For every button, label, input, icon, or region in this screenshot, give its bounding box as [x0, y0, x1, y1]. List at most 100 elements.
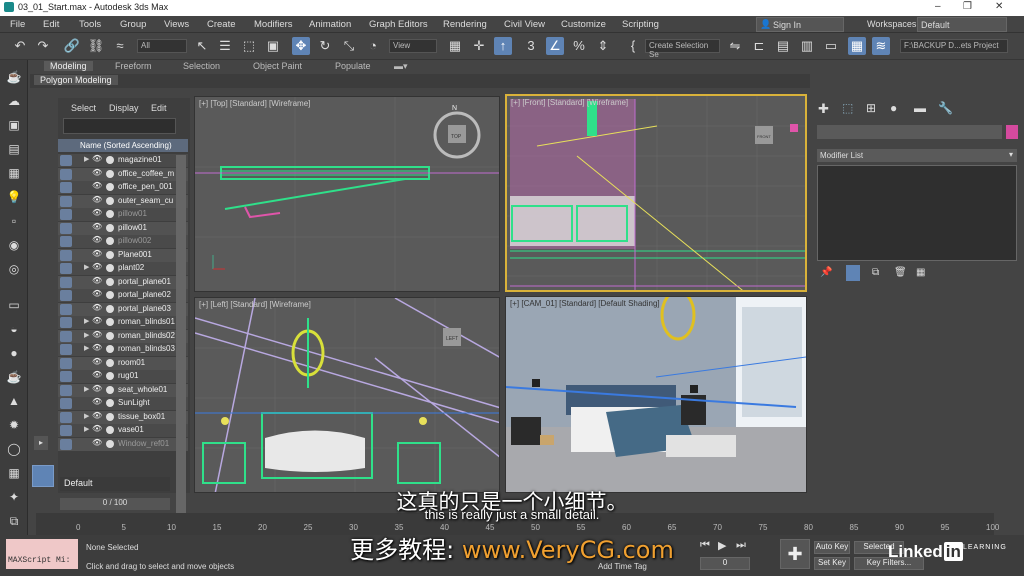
freeze-icon[interactable] [106, 250, 114, 259]
grid-icon[interactable]: ▦ [5, 464, 23, 482]
viewcube-left[interactable]: LEFT [446, 336, 458, 342]
explorer-row[interactable]: ▶ 👁 tissue_box01 [58, 410, 188, 424]
box-icon[interactable]: ▣ [5, 116, 23, 134]
freeze-icon[interactable] [106, 223, 114, 232]
object-color-swatch[interactable] [1006, 125, 1018, 139]
move-icon[interactable]: ✥ [292, 37, 310, 55]
tab-freeform[interactable]: Freeform [115, 61, 152, 71]
explorer-menu-select[interactable]: Select [71, 103, 96, 113]
explorer-row[interactable]: ▶ 👁 magazine01 [58, 154, 188, 167]
freeze-icon[interactable] [106, 385, 114, 394]
film-icon[interactable]: ◎ [5, 260, 23, 278]
angle-snap-icon[interactable]: ∠ [546, 37, 564, 55]
eye-icon[interactable]: 👁 [92, 397, 102, 406]
rotate-icon[interactable]: ↻ [316, 37, 334, 55]
make-unique-icon[interactable]: ⧉ [872, 267, 879, 278]
menu-file[interactable]: File [10, 19, 25, 30]
viewcube-front[interactable]: FRONT [757, 134, 771, 139]
explorer-row[interactable]: 👁 portal_plane03 [58, 302, 188, 316]
freeze-icon[interactable] [106, 439, 114, 448]
viewport-layout-icon[interactable] [32, 465, 54, 487]
tab-populate[interactable]: Populate [335, 61, 371, 71]
ribbon-options-icon[interactable]: ▬▾ [394, 61, 408, 72]
freeze-icon[interactable] [106, 156, 114, 164]
curve-editor-icon[interactable]: ▦ [848, 37, 866, 55]
explorer-row[interactable]: ▶ 👁 seat_whole01 [58, 383, 188, 397]
motion-tab-icon[interactable]: ● [890, 101, 897, 115]
named-selection-dropdown[interactable]: Create Selection Se [645, 39, 720, 59]
eye-icon[interactable]: 👁 [92, 370, 102, 379]
configure-sets-icon[interactable]: ▦ [916, 267, 925, 278]
tab-modeling[interactable]: Modeling [44, 61, 93, 71]
menu-group[interactable]: Group [120, 19, 146, 30]
menu-edit[interactable]: Edit [43, 19, 59, 30]
explorer-row[interactable]: ▶ 👁 plant02 [58, 262, 188, 275]
project-folder-dropdown[interactable]: F:\BACKUP D...ets Project [900, 39, 1008, 53]
modify-tab-icon[interactable]: ⬚ [842, 101, 853, 115]
menu-graph-editors[interactable]: Graph Editors [369, 19, 428, 30]
edit-named-sel-icon[interactable]: { [624, 37, 642, 55]
viewport-left[interactable]: [+] [Left] [Standard] [Wireframe] LEFT [194, 297, 500, 493]
eye-icon[interactable]: 👁 [92, 262, 102, 271]
freeze-icon[interactable] [106, 210, 114, 218]
explorer-menu-edit[interactable]: Edit [151, 103, 167, 113]
viewcube-top[interactable]: TOP [451, 134, 461, 140]
freeze-icon[interactable] [106, 196, 114, 205]
explorer-row[interactable]: 👁 rug01 [58, 370, 188, 383]
polygon-modeling-label[interactable]: Polygon Modeling [34, 75, 118, 85]
rect-selection-icon[interactable]: ⬚ [240, 37, 258, 55]
eye-icon[interactable]: 👁 [92, 357, 102, 366]
keyboard-shortcut-icon[interactable]: ↑ [494, 37, 512, 55]
dome-icon[interactable]: ◒ [5, 320, 23, 338]
link-icon[interactable]: 🔗 [63, 37, 81, 55]
modifier-stack[interactable] [817, 165, 1017, 261]
freeze-icon[interactable] [106, 277, 114, 286]
select-by-name-icon[interactable]: ☰ [216, 37, 234, 55]
viewport-top[interactable]: [+] [Top] [Standard] [Wireframe] N TOP [194, 96, 500, 292]
explorer-row[interactable]: 👁 office_coffee_m [58, 167, 188, 181]
eye-icon[interactable]: 👁 [92, 168, 102, 177]
eye-icon[interactable]: 👁 [92, 181, 102, 190]
menu-rendering[interactable]: Rendering [443, 19, 487, 30]
create-tab-icon[interactable]: ✚ [818, 101, 829, 117]
show-end-result-icon[interactable] [846, 265, 860, 281]
plane-icon[interactable]: ▭ [5, 296, 23, 314]
reference-coord-dropdown[interactable]: View [389, 39, 437, 53]
freeze-icon[interactable] [106, 264, 114, 272]
camera-icon[interactable]: ▫ [5, 212, 23, 230]
redo-icon[interactable]: ↷ [34, 37, 52, 55]
menu-views[interactable]: Views [164, 19, 189, 30]
expand-arrow-icon[interactable]: ▶ [84, 425, 89, 433]
explorer-row[interactable]: ▶ 👁 vase01 [58, 424, 188, 437]
object-name-input[interactable] [817, 125, 1002, 139]
sun-icon[interactable]: ✹ [5, 416, 23, 434]
eye-icon[interactable]: 👁 [92, 384, 102, 393]
eye-icon[interactable]: 👁 [92, 222, 102, 231]
manipulate-icon[interactable]: ✛ [470, 37, 488, 55]
signin-dropdown[interactable]: 👤 Sign In [756, 17, 844, 32]
viewport-front[interactable]: [+] [Front] [Standard] [Wireframe] FRONT [505, 94, 807, 292]
bind-spacewarp-icon[interactable]: ≈ [111, 37, 129, 55]
percent-snap-icon[interactable]: % [570, 37, 588, 55]
close-button[interactable]: ✕ [995, 1, 1003, 12]
explorer-row[interactable]: ▶ 👁 roman_blinds03 [58, 343, 188, 356]
modifier-list-dropdown[interactable]: Modifier List ▾ [817, 149, 1017, 162]
explorer-row[interactable]: ▶ 👁 roman_blinds02 [58, 329, 188, 343]
explorer-search-input[interactable] [63, 118, 176, 134]
workspace-dropdown[interactable]: Default [917, 17, 1007, 32]
eye-icon[interactable]: 👁 [92, 411, 102, 420]
expand-arrow-icon[interactable]: ▶ [84, 317, 89, 325]
remove-modifier-icon[interactable]: 🗑 [894, 267, 907, 278]
freeze-icon[interactable] [106, 291, 114, 299]
explorer-row[interactable]: 👁 office_pen_001 [58, 181, 188, 194]
viewport-left-label[interactable]: [+] [Left] [Standard] [Wireframe] [199, 300, 311, 309]
freeze-icon[interactable] [106, 358, 114, 367]
menu-tools[interactable]: Tools [79, 19, 101, 30]
display-tab-icon[interactable]: ▬ [914, 101, 926, 115]
layers-icon[interactable]: ▤ [5, 140, 23, 158]
menu-customize[interactable]: Customize [561, 19, 606, 30]
window-crossing-icon[interactable]: ▣ [264, 37, 282, 55]
explorer-row[interactable]: 👁 portal_plane01 [58, 275, 188, 289]
viewport-front-label[interactable]: [+] [Front] [Standard] [Wireframe] [511, 98, 628, 107]
sphere-icon[interactable]: ● [5, 344, 23, 362]
